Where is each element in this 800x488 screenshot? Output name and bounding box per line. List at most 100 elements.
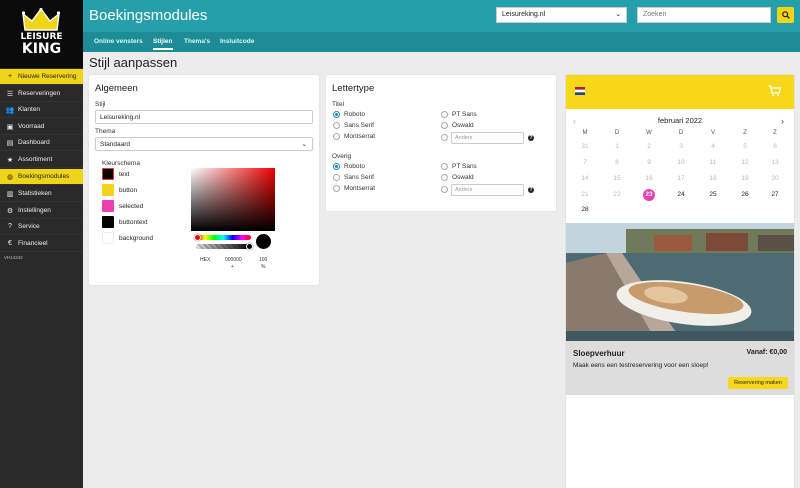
title-font-other-radio[interactable] [441, 134, 448, 141]
tab-themas[interactable]: Thema's [184, 38, 210, 45]
tab-insluitcode[interactable]: Insluitcode [220, 38, 254, 45]
gear-icon: ⚙ [6, 207, 14, 215]
site-select[interactable]: Leisureking.nl ⌄ [496, 7, 627, 23]
hue-slider-handle[interactable] [194, 234, 201, 241]
sidebar-item-assortiment[interactable]: ★ Assortiment [0, 152, 83, 168]
calendar-day: 3 [679, 143, 683, 150]
preview-header [566, 75, 794, 109]
sidebar-item-boekingsmodules[interactable]: ◍ Boekingsmodules [0, 169, 83, 185]
color-preview [256, 234, 271, 249]
color-swatch-text[interactable] [102, 168, 114, 180]
title-font-other-input[interactable]: Anders [451, 132, 524, 144]
color-swatch-buttontext[interactable] [102, 216, 114, 228]
sidebar-item-statistieken[interactable]: ▥ Statistieken [0, 186, 83, 202]
other-font-label: Overig [332, 153, 352, 160]
general-card: Algemeen Stijl Leisureking.nl Thema Stan… [89, 75, 319, 285]
calendar-day[interactable]: 24 [671, 191, 691, 198]
general-heading: Algemeen [95, 83, 138, 94]
sidebar-item-klanten[interactable]: 👥 Klanten [0, 102, 83, 118]
box-icon: ▣ [6, 123, 14, 131]
color-swatch-button[interactable] [102, 184, 114, 196]
alpha-slider[interactable] [196, 244, 251, 249]
version-label: VH14242 [4, 255, 23, 260]
style-input[interactable]: Leisureking.nl [95, 110, 313, 124]
sidebar-item-nieuwe-reservering[interactable]: + Nieuwe Reservering [0, 69, 83, 85]
other-font-montserrat-radio[interactable] [333, 185, 340, 192]
title-font-oswald-radio[interactable] [441, 122, 448, 129]
euro-icon: € [8, 240, 12, 247]
calendar-day: 17 [677, 175, 685, 182]
sidebar-item-voorraad[interactable]: ▣ Voorraad [0, 119, 83, 135]
product-card: Sloepverhuur Vanaf: €0,00 Maak eens een … [566, 341, 794, 395]
calendar-day: 14 [581, 175, 589, 182]
color-saturation-area[interactable] [191, 168, 275, 231]
cart-icon[interactable] [768, 85, 781, 97]
color-name-background: background [119, 235, 153, 242]
other-font-other-input[interactable]: Anders [451, 184, 524, 196]
other-font-oswald-radio[interactable] [441, 174, 448, 181]
other-font-other-radio[interactable] [441, 186, 448, 193]
search-input[interactable]: Zoeken [637, 7, 771, 23]
color-swatch-selected[interactable] [102, 200, 114, 212]
booking-preview: ‹ februari 2022 › M D W D V Z Z 31 1 2 3 4 5 6 7 8 9 10 11… [566, 75, 794, 488]
help-icon[interactable]: ? [528, 187, 534, 193]
weekday-label: D [678, 130, 684, 136]
sidebar-item-label: Reserveringen [18, 90, 61, 97]
crown-icon [22, 8, 60, 31]
calendar-day: 19 [741, 175, 749, 182]
app-title: Boekingsmodules [89, 7, 208, 24]
sidebar-item-label: Klanten [18, 106, 41, 113]
calendar-day[interactable]: 27 [765, 191, 785, 198]
search-button[interactable] [777, 7, 794, 23]
hue-slider[interactable] [196, 235, 251, 240]
calendar-day[interactable]: 28 [575, 206, 595, 213]
color-swatch-background[interactable] [102, 232, 114, 244]
style-label: Stijl [95, 101, 106, 108]
sidebar-item-label: Nieuwe Reservering [18, 73, 77, 80]
other-font-sans-serif-label: Sans Serif [344, 174, 374, 181]
sidebar-item-label: Financieel [18, 240, 48, 247]
title-font-sans-serif-radio[interactable] [333, 122, 340, 129]
sidebar-item-dashboard[interactable]: ▤ Dashboard [0, 135, 83, 151]
next-month-icon[interactable]: › [781, 116, 784, 126]
font-heading: Lettertype [332, 83, 375, 94]
theme-select-value: Standaard [100, 141, 130, 148]
help-icon[interactable]: ? [528, 135, 534, 141]
page-title: Stijl aanpassen [89, 55, 178, 70]
title-font-pt-sans-radio[interactable] [441, 111, 448, 118]
alpha-value[interactable]: 100 [259, 257, 267, 263]
other-font-roboto-radio[interactable] [333, 163, 340, 170]
product-description: Maak eens een testreservering voor een s… [573, 362, 709, 369]
logo[interactable]: LEISURE KING [0, 0, 83, 68]
calendar-day[interactable]: 25 [703, 191, 723, 198]
reserve-button[interactable]: Reservering maken [728, 377, 788, 389]
color-name-selected: selected [119, 203, 144, 210]
title-font-montserrat-radio[interactable] [333, 133, 340, 140]
sidebar-item-reserveringen[interactable]: ☰ Reserveringen [0, 86, 83, 102]
tab-online-vensters[interactable]: Online vensters [94, 38, 143, 45]
star-icon: ★ [6, 156, 14, 164]
sidebar-item-service[interactable]: ? Service [0, 219, 83, 235]
calendar-day-selected[interactable]: 23 [643, 189, 655, 201]
tab-bar: Online vensters Stijlen Thema's Insluitc… [83, 32, 800, 52]
sidebar-item-financieel[interactable]: € Financieel [0, 236, 83, 252]
boat-photo [566, 223, 794, 341]
sidebar-item-label: Assortiment [18, 156, 53, 163]
title-font-roboto-radio[interactable] [333, 111, 340, 118]
globe-icon: ◍ [6, 173, 14, 181]
title-font-montserrat-label: Montserrat [344, 133, 376, 140]
sidebar-item-instellingen[interactable]: ⚙ Instellingen [0, 203, 83, 219]
sidebar-item-label: Statistieken [18, 190, 52, 197]
theme-select[interactable]: Standaard ⌄ [95, 137, 313, 151]
flag-nl-icon[interactable] [575, 87, 585, 95]
sidebar-item-label: Service [18, 223, 40, 230]
title-font-roboto-label: Roboto [344, 111, 365, 118]
sidebar-item-label: Dashboard [18, 139, 50, 146]
other-font-pt-sans-radio[interactable] [441, 163, 448, 170]
other-font-sans-serif-radio[interactable] [333, 174, 340, 181]
tab-stijlen[interactable]: Stijlen [153, 38, 173, 50]
hex-value[interactable]: 000000 [225, 257, 242, 263]
calendar-day: 15 [613, 175, 621, 182]
alpha-slider-handle[interactable] [246, 243, 253, 250]
calendar-day[interactable]: 26 [735, 191, 755, 198]
